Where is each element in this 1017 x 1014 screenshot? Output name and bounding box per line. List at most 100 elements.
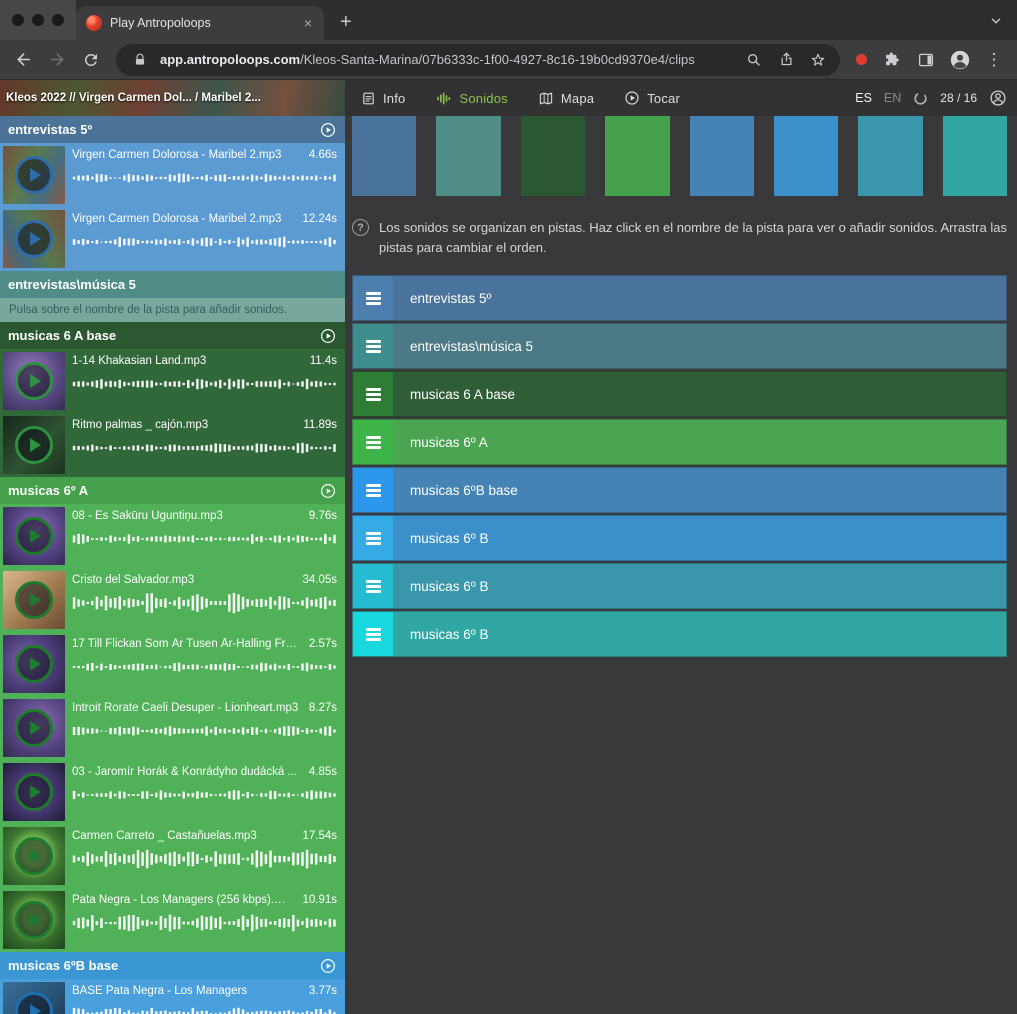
account-icon[interactable] xyxy=(989,89,1007,107)
tab-sonidos[interactable]: Sonidos xyxy=(435,91,507,106)
clip-waveform[interactable] xyxy=(72,231,337,253)
lock-icon[interactable] xyxy=(128,48,152,72)
track-name[interactable]: entrevistas 5º xyxy=(8,122,92,137)
language-en[interactable]: EN xyxy=(884,91,901,105)
clip-play-button[interactable] xyxy=(3,416,65,474)
track-name[interactable]: musicas 6 A base xyxy=(8,328,116,343)
sidebar-track-header[interactable]: musicas 6º A xyxy=(0,477,345,504)
track-list-row[interactable]: entrevistas 5º xyxy=(352,275,1007,321)
track-color-swatch[interactable] xyxy=(605,116,669,196)
track-color-swatch[interactable] xyxy=(774,116,838,196)
tab-tocar[interactable]: Tocar xyxy=(624,90,680,106)
track-play-button[interactable] xyxy=(319,482,337,500)
clip-play-button[interactable] xyxy=(3,146,65,204)
drag-handle-icon[interactable] xyxy=(353,612,393,656)
browser-menu-icon[interactable]: ⋮ xyxy=(979,45,1009,75)
clip-name[interactable]: Pata Negra - Los Managers (256 kbps).mp3 xyxy=(72,894,294,906)
clip-row[interactable]: Cristo del Salvador.mp3 34.05s xyxy=(0,568,345,632)
recording-extension-icon[interactable] xyxy=(856,54,867,65)
bookmark-star-icon[interactable] xyxy=(806,48,830,72)
clip-row[interactable]: Pata Negra - Los Managers (256 kbps).mp3… xyxy=(0,888,345,952)
profile-avatar[interactable] xyxy=(945,45,975,75)
close-window-button[interactable] xyxy=(12,14,24,26)
clip-name[interactable]: Ritmo palmas _ cajón.mp3 xyxy=(72,419,295,431)
drag-handle-icon[interactable] xyxy=(353,468,393,512)
track-name[interactable]: musicas 6º A xyxy=(8,483,88,498)
clip-name[interactable]: 1-14 Khakasian Land.mp3 xyxy=(72,355,302,367)
clip-play-button[interactable] xyxy=(3,763,65,821)
minimize-window-button[interactable] xyxy=(32,14,44,26)
tab-mapa[interactable]: Mapa xyxy=(538,91,594,106)
browser-tab[interactable]: Play Antropoloops × xyxy=(76,6,324,40)
clip-name[interactable]: BASE Pata Negra - Los Managers xyxy=(72,985,301,997)
clip-row[interactable]: 17 Till Flickan Som Är Tusen År-Halling … xyxy=(0,632,345,696)
forward-button[interactable] xyxy=(42,45,72,75)
clip-name[interactable]: 03 - Jaromír Horák & Konrádyho dudácká .… xyxy=(72,766,301,778)
clip-play-button[interactable] xyxy=(3,699,65,757)
track-play-button[interactable] xyxy=(319,327,337,345)
address-bar[interactable]: app.antropoloops.com/Kleos-Santa-Marina/… xyxy=(116,44,840,76)
track-row-name[interactable]: entrevistas 5º xyxy=(410,291,491,306)
track-row-name[interactable]: entrevistas\música 5 xyxy=(410,339,533,354)
clip-waveform[interactable] xyxy=(72,528,337,550)
url-text[interactable]: app.antropoloops.com/Kleos-Santa-Marina/… xyxy=(160,52,734,67)
clip-play-button[interactable] xyxy=(3,635,65,693)
track-row-name[interactable]: musicas 6º A xyxy=(410,435,488,450)
drag-handle-icon[interactable] xyxy=(353,516,393,560)
track-row-name[interactable]: musicas 6º B xyxy=(410,579,488,594)
clip-name[interactable]: Introit Rorate Caeli Desuper - Lionheart… xyxy=(72,702,301,714)
clip-waveform[interactable] xyxy=(72,373,337,395)
side-panel-icon[interactable] xyxy=(911,45,941,75)
clip-waveform[interactable] xyxy=(72,912,337,934)
language-es[interactable]: ES xyxy=(855,91,872,105)
sidebar-track-header[interactable]: entrevistas\música 5 xyxy=(0,271,345,298)
track-list-row[interactable]: musicas 6º B xyxy=(352,515,1007,561)
clip-name[interactable]: Cristo del Salvador.mp3 xyxy=(72,574,294,586)
track-row-name[interactable]: musicas 6º B xyxy=(410,531,488,546)
clip-play-button[interactable] xyxy=(3,571,65,629)
clip-play-button[interactable] xyxy=(3,507,65,565)
clip-play-button[interactable] xyxy=(3,891,65,949)
track-list-row[interactable]: musicas 6º A xyxy=(352,419,1007,465)
track-color-swatch[interactable] xyxy=(690,116,754,196)
clip-name[interactable]: Virgen Carmen Dolorosa - Maribel 2.mp3 xyxy=(72,149,301,161)
track-name[interactable]: musicas 6ºB base xyxy=(8,958,118,973)
track-list-row[interactable]: musicas 6 A base xyxy=(352,371,1007,417)
clip-waveform[interactable] xyxy=(72,592,337,614)
close-tab-icon[interactable]: × xyxy=(300,14,316,32)
track-color-swatch[interactable] xyxy=(858,116,922,196)
drag-handle-icon[interactable] xyxy=(353,564,393,608)
track-color-swatch[interactable] xyxy=(521,116,585,196)
drag-handle-icon[interactable] xyxy=(353,324,393,368)
track-color-swatch[interactable] xyxy=(352,116,416,196)
clip-row[interactable]: 03 - Jaromír Horák & Konrádyho dudácká .… xyxy=(0,760,345,824)
clip-row[interactable]: 1-14 Khakasian Land.mp3 11.4s xyxy=(0,349,345,413)
share-icon[interactable] xyxy=(774,48,798,72)
clip-play-button[interactable] xyxy=(3,827,65,885)
clip-row[interactable]: Virgen Carmen Dolorosa - Maribel 2.mp3 1… xyxy=(0,207,345,271)
sidebar-track-header[interactable]: entrevistas 5º xyxy=(0,116,345,143)
reload-button[interactable] xyxy=(76,45,106,75)
clip-waveform[interactable] xyxy=(72,656,337,678)
clip-waveform[interactable] xyxy=(72,720,337,742)
clip-waveform[interactable] xyxy=(72,848,337,870)
drag-handle-icon[interactable] xyxy=(353,420,393,464)
clip-row[interactable]: BASE Pata Negra - Los Managers 3.77s xyxy=(0,979,345,1014)
track-play-button[interactable] xyxy=(319,121,337,139)
clip-row[interactable]: Carmen Carreto _ Castañuelas.mp3 17.54s xyxy=(0,824,345,888)
tab-info[interactable]: Info xyxy=(361,91,405,106)
extensions-puzzle-icon[interactable] xyxy=(877,45,907,75)
back-button[interactable] xyxy=(8,45,38,75)
track-list-row[interactable]: musicas 6º B xyxy=(352,563,1007,609)
breadcrumb[interactable]: Kleos 2022 // Virgen Carmen Dol... / Mar… xyxy=(0,80,345,116)
clip-waveform[interactable] xyxy=(72,1003,337,1014)
zoom-icon[interactable] xyxy=(742,48,766,72)
clip-waveform[interactable] xyxy=(72,784,337,806)
clip-name[interactable]: Carmen Carreto _ Castañuelas.mp3 xyxy=(72,830,294,842)
drag-handle-icon[interactable] xyxy=(353,276,393,320)
track-list-row[interactable]: musicas 6º B xyxy=(352,611,1007,657)
track-color-swatch[interactable] xyxy=(943,116,1007,196)
clip-play-button[interactable] xyxy=(3,352,65,410)
track-row-name[interactable]: musicas 6 A base xyxy=(410,387,515,402)
maximize-window-button[interactable] xyxy=(52,14,64,26)
